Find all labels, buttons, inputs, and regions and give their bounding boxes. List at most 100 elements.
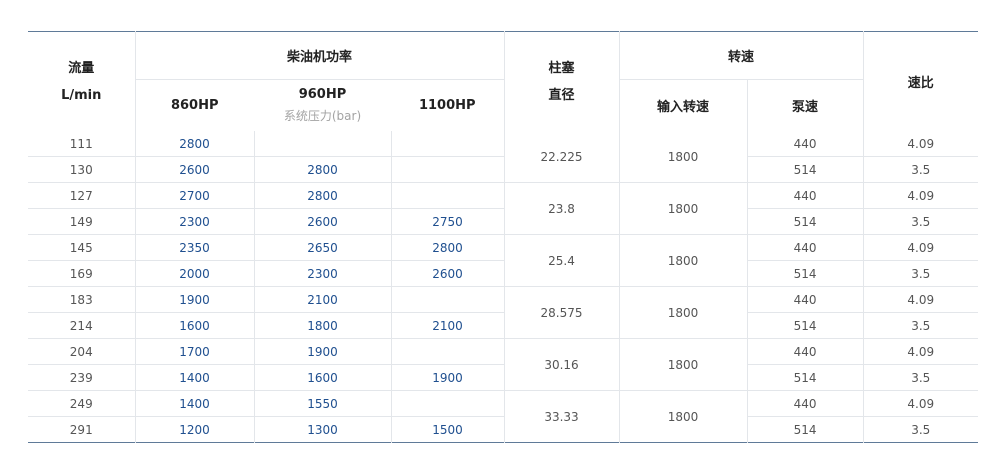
pressure-860hp-cell: 2000 xyxy=(134,260,254,287)
header-speed: 转速 xyxy=(618,31,864,80)
pressure-960hp-cell: 2600 xyxy=(253,208,391,235)
pressure-1100hp-cell xyxy=(390,286,505,313)
ratio-cell: 4.09 xyxy=(862,338,979,365)
table-row: 183 1900 2100 28.575 1800 440 4.09 xyxy=(28,286,979,339)
flow-cell: 169 xyxy=(28,260,135,287)
pressure-860hp-cell: 1400 xyxy=(134,364,254,391)
pump-speed-cell: 440 xyxy=(746,182,864,209)
pressure-960hp-cell: 1900 xyxy=(253,338,391,365)
pump-speed-cell: 514 xyxy=(746,364,864,391)
flow-cell: 249 xyxy=(28,390,135,417)
flow-cell: 149 xyxy=(28,208,135,235)
pressure-860hp-cell: 1600 xyxy=(134,312,254,339)
specs-table: 流量 L/min 柴油机功率 柱塞 直径 转速 速比 860HP 960HP 系… xyxy=(28,31,979,443)
ratio-cell: 4.09 xyxy=(862,182,979,209)
pump-speed-cell: 514 xyxy=(746,260,864,287)
plunger-diameter-cell: 30.16 xyxy=(503,338,620,391)
table-row: 127 2700 2800 23.8 1800 440 4.09 xyxy=(28,182,979,235)
ratio-cell: 4.09 xyxy=(862,390,979,417)
pressure-860hp-cell: 2800 xyxy=(134,131,254,157)
ratio-cell: 3.5 xyxy=(862,312,979,339)
plunger-diameter-cell: 22.225 xyxy=(503,131,620,183)
pressure-1100hp-cell: 1900 xyxy=(390,364,505,391)
input-speed-cell: 1800 xyxy=(618,131,748,183)
pressure-1100hp-cell: 2600 xyxy=(390,260,505,287)
pressure-960hp-cell: 2800 xyxy=(253,156,391,183)
table-row: 145 2350 2650 2800 25.4 1800 440 4.09 xyxy=(28,234,979,287)
header-diesel-power: 柴油机功率 xyxy=(134,31,505,80)
header-1100hp: 1100HP xyxy=(418,98,476,113)
pump-speed-cell: 440 xyxy=(746,131,864,157)
table-row: 149 2300 2600 2750 514 3.5 xyxy=(28,208,979,235)
flow-cell: 145 xyxy=(28,234,135,261)
pressure-860hp-cell: 1700 xyxy=(134,338,254,365)
pressure-960hp-cell: 2800 xyxy=(253,182,391,209)
pressure-1100hp-cell xyxy=(390,156,505,183)
flow-cell: 111 xyxy=(28,131,135,157)
input-speed-cell: 1800 xyxy=(618,286,748,339)
flow-cell: 291 xyxy=(69,422,93,437)
input-speed-cell: 1800 xyxy=(618,182,748,235)
ratio-cell: 3.5 xyxy=(862,156,979,183)
pump-speed-cell: 440 xyxy=(746,234,864,261)
pressure-960hp-cell: 2300 xyxy=(253,260,391,287)
header-flow: 流量 L/min xyxy=(28,32,135,132)
table-row: 249 1400 1550 33.33 1800 440 4.09 xyxy=(28,390,979,443)
header-system-pressure: 系统压力(bar) xyxy=(283,109,362,123)
plunger-diameter-cell: 33.33 xyxy=(503,390,620,443)
pressure-1100hp-cell xyxy=(390,390,505,417)
pump-speed-cell: 514 xyxy=(746,416,864,443)
pump-speed-cell: 440 xyxy=(746,338,864,365)
pressure-860hp-cell: 1400 xyxy=(134,390,254,417)
pressure-1100hp-cell: 2100 xyxy=(390,312,505,339)
pressure-860hp-cell: 2350 xyxy=(134,234,254,261)
pressure-960hp-cell: 1300 xyxy=(253,416,391,443)
table-body: 111 2800 22.225 1800 440 4.09 130 2600 2800 514 3.… xyxy=(28,131,979,443)
pump-speed-cell: 440 xyxy=(746,286,864,313)
table-row: 169 2000 2300 2600 514 3.5 xyxy=(28,260,979,287)
input-speed-cell: 1800 xyxy=(618,234,748,287)
header-diameter-label: 直径 xyxy=(548,87,575,103)
pressure-960hp-cell xyxy=(253,131,391,157)
table-row: 204 1700 1900 30.16 1800 440 4.09 xyxy=(28,338,979,391)
ratio-cell: 3.5 xyxy=(862,364,979,391)
header-plunger-diameter: 柱塞 直径 xyxy=(503,31,620,131)
table-row: 239 1400 1600 1900 514 3.5 xyxy=(28,364,979,391)
pressure-1100hp-cell: 2800 xyxy=(390,234,505,261)
header-960hp-label: 960HP xyxy=(298,87,347,102)
table-row: 214 1600 1800 2100 514 3.5 xyxy=(28,312,979,339)
table-row: 111 2800 22.225 1800 440 4.09 xyxy=(28,131,979,183)
ratio-cell: 3.5 xyxy=(862,208,979,235)
pressure-1100hp-cell xyxy=(390,182,505,209)
pump-speed-cell: 514 xyxy=(746,208,864,235)
pump-speed-cell: 514 xyxy=(746,156,864,183)
header-plunger-label: 柱塞 xyxy=(548,60,575,76)
pressure-960hp-cell: 2100 xyxy=(253,286,391,313)
ratio-cell: 4.09 xyxy=(862,131,979,157)
flow-cell: 214 xyxy=(28,312,135,339)
flow-cell: 239 xyxy=(28,364,135,391)
pump-speed-cell: 440 xyxy=(746,390,864,417)
pump-speed-cell: 514 xyxy=(746,312,864,339)
flow-cell: 127 xyxy=(28,182,135,209)
pressure-1100hp-cell: 2750 xyxy=(390,208,505,235)
pressure-860hp-cell: 1900 xyxy=(134,286,254,313)
header-pump-speed: 泵速 xyxy=(746,79,864,131)
header-flow-unit: L/min xyxy=(61,87,102,103)
ratio-cell: 4.09 xyxy=(862,286,979,313)
table-row: 130 2600 2800 514 3.5 xyxy=(28,156,979,183)
pressure-860hp-cell: 2300 xyxy=(134,208,254,235)
header-ratio: 速比 xyxy=(862,31,979,131)
pressure-860hp-cell: 2600 xyxy=(134,156,254,183)
input-speed-cell: 1800 xyxy=(618,338,748,391)
ratio-cell: 3.5 xyxy=(862,416,979,443)
table-row: 291 1200 1300 1500 514 3.5 xyxy=(28,416,979,443)
header-flow-label: 流量 xyxy=(68,60,95,76)
pressure-1100hp-cell xyxy=(390,338,505,365)
pressure-960hp-cell: 1550 xyxy=(253,390,391,417)
pressure-960hp-cell: 1800 xyxy=(253,312,391,339)
plunger-diameter-cell: 25.4 xyxy=(503,234,620,287)
ratio-cell: 4.09 xyxy=(862,234,979,261)
ratio-cell: 3.5 xyxy=(862,260,979,287)
plunger-diameter-cell: 23.8 xyxy=(503,182,620,235)
